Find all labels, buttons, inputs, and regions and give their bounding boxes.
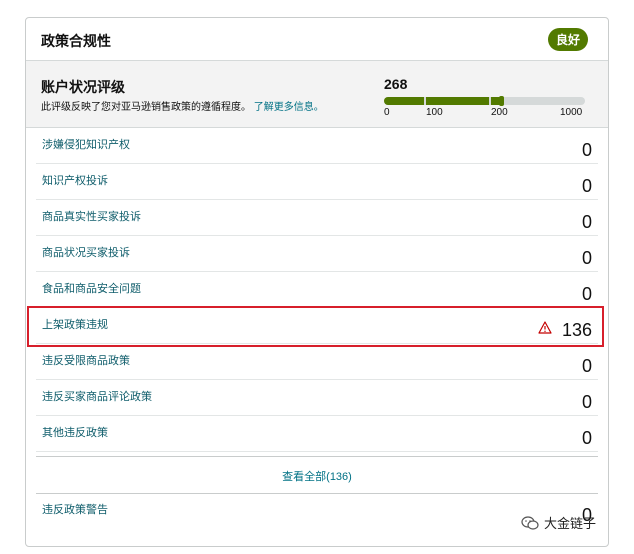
policy-row-restricted[interactable]: 违反受限商品政策 0 bbox=[36, 344, 598, 380]
rating-bar-segment bbox=[426, 97, 489, 105]
policy-row-count: 0 bbox=[581, 356, 592, 376]
rating-description: 此评级反映了您对亚马逊销售政策的遵循程度。 了解更多信息。 bbox=[41, 98, 324, 113]
policy-row-label[interactable]: 违反买家商品评论政策 bbox=[42, 388, 152, 404]
policy-row-reviews[interactable]: 违反买家商品评论政策 0 bbox=[36, 380, 598, 416]
policy-row-count: 0 bbox=[581, 248, 592, 268]
policy-row-label[interactable]: 知识产权投诉 bbox=[42, 172, 108, 188]
policy-row-safety[interactable]: 食品和商品安全问题 0 bbox=[36, 272, 598, 308]
policy-row-label[interactable]: 商品真实性买家投诉 bbox=[42, 208, 141, 224]
policy-row-count: 0 bbox=[581, 212, 592, 232]
view-all-link[interactable]: 查看全部(136) bbox=[282, 468, 352, 484]
rating-tick: 1000 bbox=[560, 107, 583, 118]
learn-more-link[interactable]: 了解更多信息。 bbox=[254, 102, 324, 113]
policy-row-label[interactable]: 食品和商品安全问题 bbox=[42, 280, 141, 296]
rating-tick: 100 bbox=[426, 107, 443, 118]
policy-row-authenticity[interactable]: 商品真实性买家投诉 0 bbox=[36, 200, 598, 236]
rating-bar bbox=[384, 96, 585, 106]
policy-warnings-label[interactable]: 违反政策警告 bbox=[42, 501, 108, 517]
policy-row-count: 0 bbox=[581, 428, 592, 448]
wechat-icon bbox=[521, 516, 539, 530]
status-badge: 良好 bbox=[547, 28, 588, 51]
policy-row-ip-suspected[interactable]: 涉嫌侵犯知识产权 0 bbox=[36, 128, 598, 164]
view-all-container: 查看全部(136) bbox=[36, 456, 598, 494]
policy-row-ip-complaints[interactable]: 知识产权投诉 0 bbox=[36, 164, 598, 200]
rating-marker bbox=[499, 96, 504, 106]
rating-tick: 200 bbox=[491, 107, 508, 118]
watermark: 大金链子 bbox=[521, 513, 596, 532]
rating-description-text: 此评级反映了您对亚马逊销售政策的遵循程度。 bbox=[41, 102, 251, 113]
highlight-box bbox=[27, 306, 604, 347]
rating-tick: 0 bbox=[384, 107, 390, 118]
rating-bar-segment bbox=[384, 97, 424, 105]
watermark-text: 大金链子 bbox=[544, 516, 597, 531]
policy-row-condition[interactable]: 商品状况买家投诉 0 bbox=[36, 236, 598, 272]
policy-row-count: 0 bbox=[581, 284, 592, 304]
policy-row-label[interactable]: 涉嫌侵犯知识产权 bbox=[42, 136, 130, 152]
policy-list: 涉嫌侵犯知识产权 0 知识产权投诉 0 商品真实性买家投诉 0 商品状况买家投诉… bbox=[36, 128, 598, 452]
policy-row-label[interactable]: 商品状况买家投诉 bbox=[42, 244, 130, 260]
policy-row-count: 0 bbox=[581, 392, 592, 412]
policy-row-count: 0 bbox=[581, 140, 592, 160]
rating-score: 268 bbox=[384, 76, 408, 92]
policy-row-other[interactable]: 其他违反政策 0 bbox=[36, 416, 598, 452]
policy-row-count: 0 bbox=[581, 176, 592, 196]
policy-compliance-card: 政策合规性 良好 账户状况评级 此评级反映了您对亚马逊销售政策的遵循程度。 了解… bbox=[25, 17, 609, 547]
policy-warnings-row[interactable]: 违反政策警告 0 bbox=[36, 493, 598, 533]
policy-row-label[interactable]: 违反受限商品政策 bbox=[42, 352, 130, 368]
account-health-rating: 账户状况评级 此评级反映了您对亚马逊销售政策的遵循程度。 了解更多信息。 268… bbox=[26, 61, 608, 128]
policy-row-label[interactable]: 其他违反政策 bbox=[42, 424, 108, 440]
card-title: 政策合规性 bbox=[41, 33, 111, 49]
rating-title: 账户状况评级 bbox=[41, 79, 125, 95]
card-header: 政策合规性 良好 bbox=[26, 18, 608, 61]
